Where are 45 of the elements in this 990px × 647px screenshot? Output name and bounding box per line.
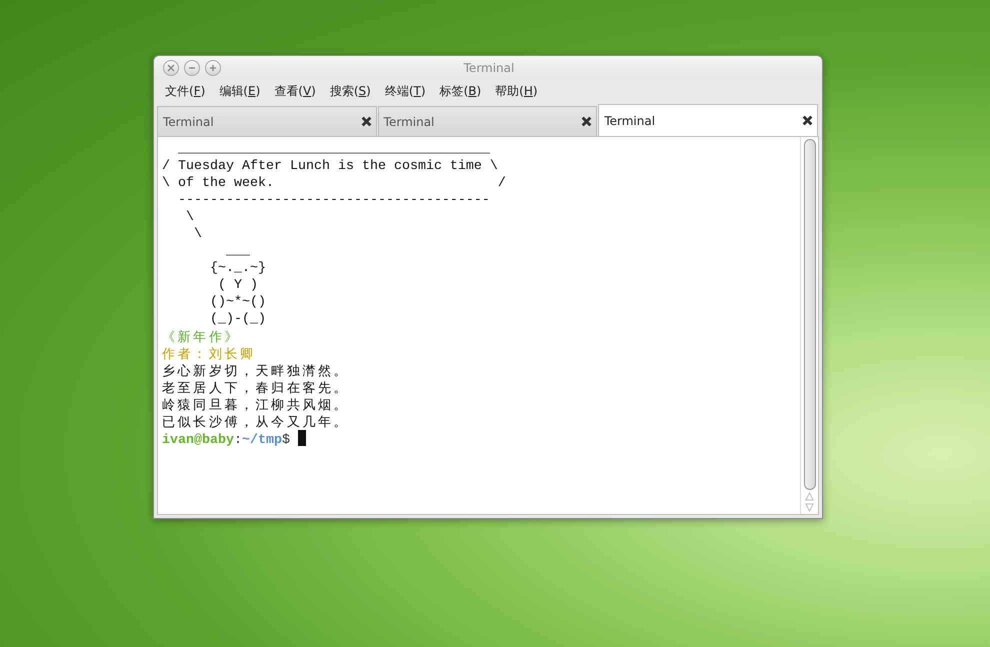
window-title: Terminal [462,60,516,77]
terminal-line: (_)-(_) [208,311,266,328]
scrollbar[interactable] [800,137,818,514]
terminal-line: --------------------------------------- [176,192,490,209]
maximize-button[interactable] [205,60,221,76]
close-icon[interactable] [802,115,814,126]
poem-line: 已似长沙傅，从今又几年。 [162,413,350,430]
down-arrow-icon[interactable] [805,503,814,512]
close-icon[interactable] [360,116,372,127]
poem-line: 老至居人下，春归在客先。 [162,379,350,396]
prompt-separator: : [234,433,242,448]
prompt-user: ivan@baby [162,433,234,448]
scrollbar-thumb[interactable] [804,139,816,490]
menu-item[interactable]: 帮助(H) [488,82,545,100]
poem-title: 《新年作》 [162,328,240,345]
terminal-line: _______________________________________ [176,141,490,158]
menu-item[interactable]: 查看(V) [267,82,323,100]
menu-item[interactable]: 文件(F) [158,82,212,100]
terminal-line: ___ [224,243,250,260]
poem-author: 作者：刘长卿 [162,345,256,362]
menu-item[interactable]: 终端(T) [378,82,433,100]
tab[interactable]: Terminal [378,106,598,136]
terminal-line: ()~*~() [208,294,266,311]
terminal-line: ( Y ) [216,277,258,294]
terminal-line: \ [192,226,202,243]
minimize-button[interactable] [184,60,200,76]
terminal-line: \ of the week. / [162,175,506,192]
close-button[interactable] [163,60,179,76]
prompt-symbol: $ [282,433,290,448]
poem-line: 乡心新岁切，天畔独潸然。 [162,362,350,379]
close-icon [167,64,175,72]
prompt-path: ~/tmp [242,433,282,448]
menu-item[interactable]: 搜索(S) [322,82,378,100]
close-icon[interactable] [581,116,592,127]
terminal-line: / Tuesday After Lunch is the cosmic time \ [162,158,498,175]
menu-item[interactable]: 标签(B) [432,82,488,100]
maximize-icon [209,64,217,72]
up-arrow-icon[interactable] [805,492,814,501]
tab[interactable]: Terminal [157,106,377,136]
poem-line: 岭猿同旦暮，江柳共风烟。 [162,396,350,413]
text-cursor [298,430,306,446]
menu-item[interactable]: 编辑(E) [212,82,268,100]
tab[interactable]: Terminal [598,104,818,136]
terminal-line: \ [184,209,194,226]
terminal-line: {~._.~} [208,260,266,277]
